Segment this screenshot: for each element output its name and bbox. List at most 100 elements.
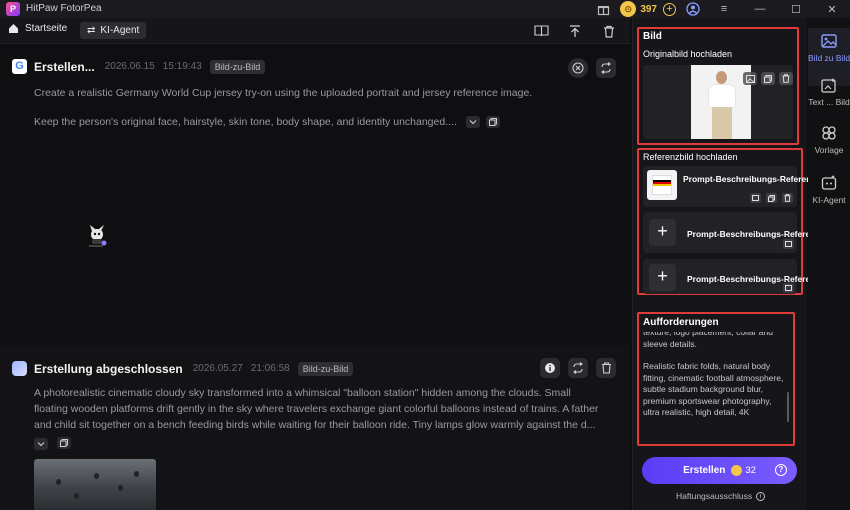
copy-icon[interactable] — [485, 116, 500, 129]
card-title: Erstellen... — [34, 59, 95, 74]
home-label: Startseite — [25, 23, 68, 34]
replace-image-icon[interactable] — [783, 239, 794, 249]
info-icon: i — [756, 491, 766, 501]
create-button[interactable]: Erstellen 32 ? — [642, 457, 797, 484]
app-title: HitPaw FotorPea — [26, 3, 102, 14]
info-icon[interactable] — [540, 358, 560, 378]
reference-item[interactable]: Prompt-Beschreibungs-Referenz — [643, 166, 816, 207]
original-upload-label: Originalbild hochladen — [643, 49, 733, 59]
create-label: Erstellen — [683, 465, 726, 476]
title-bar-controls: ⊙ 397 + ≡ — ☐ ✕ — [590, 0, 850, 18]
disclaimer-link[interactable]: Haftungsausschluss i — [676, 491, 766, 501]
loading-mascot-icon — [86, 223, 108, 249]
prompt-title: Aufforderungen — [643, 317, 719, 328]
replace-image-icon[interactable] — [750, 193, 761, 203]
copy-icon[interactable] — [766, 193, 777, 203]
prompt-scrollbar[interactable] — [787, 392, 789, 422]
card-actions — [532, 358, 616, 378]
prompt-mini-actions — [465, 116, 506, 129]
add-credits-icon[interactable]: + — [663, 2, 676, 16]
credits-count: 397 — [640, 3, 657, 15]
menu-icon[interactable]: ≡ — [706, 0, 742, 18]
maximize-icon[interactable]: ☐ — [778, 0, 814, 18]
tab-ki-agent[interactable]: ⇄ KI-Agent — [80, 22, 147, 39]
main-feed: G Erstellen... 2026.06.15 15:19:43 Bild-… — [0, 45, 630, 510]
book-icon[interactable] — [532, 22, 550, 40]
reference-label: Prompt-Beschreibungs-Referenz — [687, 274, 820, 284]
reference-item-empty[interactable]: + Prompt-Beschreibungs-Referenz — [643, 212, 820, 253]
prompt-text-row: Keep the person's original face, hairsty… — [34, 114, 624, 130]
delete-icon[interactable] — [782, 193, 793, 203]
original-image-upload[interactable] — [643, 65, 793, 139]
rail-item-vorlage[interactable]: Vorlage — [808, 124, 850, 168]
card-actions — [560, 58, 616, 78]
replace-image-icon[interactable] — [783, 283, 794, 293]
home-icon — [9, 24, 18, 33]
prompt-section: Aufforderungen texture, logo placement, … — [637, 312, 795, 446]
regenerate-icon[interactable] — [568, 358, 588, 378]
delete-icon[interactable] — [779, 72, 793, 85]
reference-upload-label: Referenzbild hochladen — [643, 152, 738, 162]
credits-pill[interactable]: ⊙ 397 + — [620, 1, 676, 17]
trash-icon[interactable] — [596, 358, 616, 378]
cancel-icon[interactable] — [568, 58, 588, 78]
add-reference-icon[interactable]: + — [649, 219, 676, 246]
disclaimer-label: Haftungsausschluss — [676, 491, 753, 501]
result-card: Erstellung abgeschlossen 2026.05.27 21:0… — [0, 345, 630, 510]
prompt-text-part: Realistic fabric folds, natural body fit… — [643, 361, 784, 417]
coin-icon: ⊙ — [620, 1, 637, 17]
copy-icon[interactable] — [56, 437, 71, 449]
card-header: Erstellung abgeschlossen 2026.05.27 21:0… — [12, 361, 354, 376]
prompt-mini-actions — [34, 436, 77, 452]
create-cost: 32 — [745, 465, 756, 476]
tool-rail: Bild zu Bild Text ... Bild Vorlage KI-Ag… — [808, 18, 850, 510]
rail-item-ki-agent[interactable]: KI-Agent — [808, 174, 850, 218]
text-to-image-icon — [820, 76, 838, 94]
reference-label: Prompt-Beschreibungs-Referenz — [683, 174, 816, 184]
close-icon[interactable]: ✕ — [814, 0, 850, 18]
home-link[interactable]: Startseite — [8, 23, 67, 34]
rail-item-text-bild[interactable]: Text ... Bild — [808, 76, 850, 120]
prompt-text-cont: and child sit together on a bench feedin… — [34, 419, 596, 431]
template-icon — [820, 124, 838, 142]
reference-item-empty[interactable]: + Prompt-Beschreibungs-Referenz — [643, 259, 820, 294]
prompt-text: Create a realistic Germany World Cup jer… — [34, 87, 533, 99]
card-header: G Erstellen... 2026.06.15 15:19:43 Bild-… — [12, 59, 266, 74]
prompt-textarea[interactable]: texture, logo placement, collar and slee… — [643, 332, 789, 442]
app-logo: P — [6, 2, 20, 16]
expand-chevron-icon[interactable] — [34, 438, 48, 450]
copy-icon[interactable] — [761, 72, 775, 85]
regenerate-icon[interactable] — [596, 58, 616, 78]
add-reference-icon[interactable]: + — [649, 264, 676, 291]
upload-icon[interactable] — [566, 22, 584, 40]
reference-section: Referenzbild hochladen Prompt-Beschreibu… — [637, 148, 820, 295]
prompt-text-cont: Keep the person's original face, hairsty… — [34, 116, 457, 128]
rail-label: KI-Agent — [812, 195, 846, 205]
ki-agent-label: KI-Agent — [100, 25, 140, 36]
help-icon[interactable]: ? — [775, 464, 787, 476]
replace-image-icon[interactable] — [743, 72, 757, 85]
prompt-text-cont: floating wooden platforms drift gently i… — [34, 403, 599, 415]
card-title: Erstellung abgeschlossen — [34, 361, 183, 376]
gift-icon[interactable] — [596, 2, 610, 16]
minimize-icon[interactable]: — — [742, 0, 778, 18]
prompt-text: A photorealistic cinematic cloudy sky tr… — [34, 387, 571, 399]
card-date: 2026.06.15 — [104, 61, 155, 72]
settings-panel: Bild Originalbild hochladen Referenzbild… — [632, 18, 820, 510]
image-icon — [820, 32, 838, 50]
result-thumbnail[interactable] — [34, 459, 156, 510]
trash-icon[interactable] — [600, 22, 618, 40]
card-time: 15:19:43 — [162, 61, 202, 72]
mode-badge: Bild-zu-Bild — [209, 59, 266, 74]
account-icon[interactable] — [686, 2, 700, 16]
coin-icon — [731, 465, 743, 476]
ai-agent-icon — [820, 174, 838, 192]
bild-title: Bild — [643, 31, 662, 42]
reference-label: Prompt-Beschreibungs-Referenz — [687, 229, 820, 239]
bild-section: Bild Originalbild hochladen — [637, 27, 799, 145]
rail-label: Bild zu Bild — [808, 53, 850, 63]
swap-icon: ⇄ — [87, 25, 96, 36]
rail-label: Text ... Bild — [808, 97, 850, 107]
expand-chevron-icon[interactable] — [465, 116, 480, 129]
google-icon: G — [12, 59, 27, 74]
